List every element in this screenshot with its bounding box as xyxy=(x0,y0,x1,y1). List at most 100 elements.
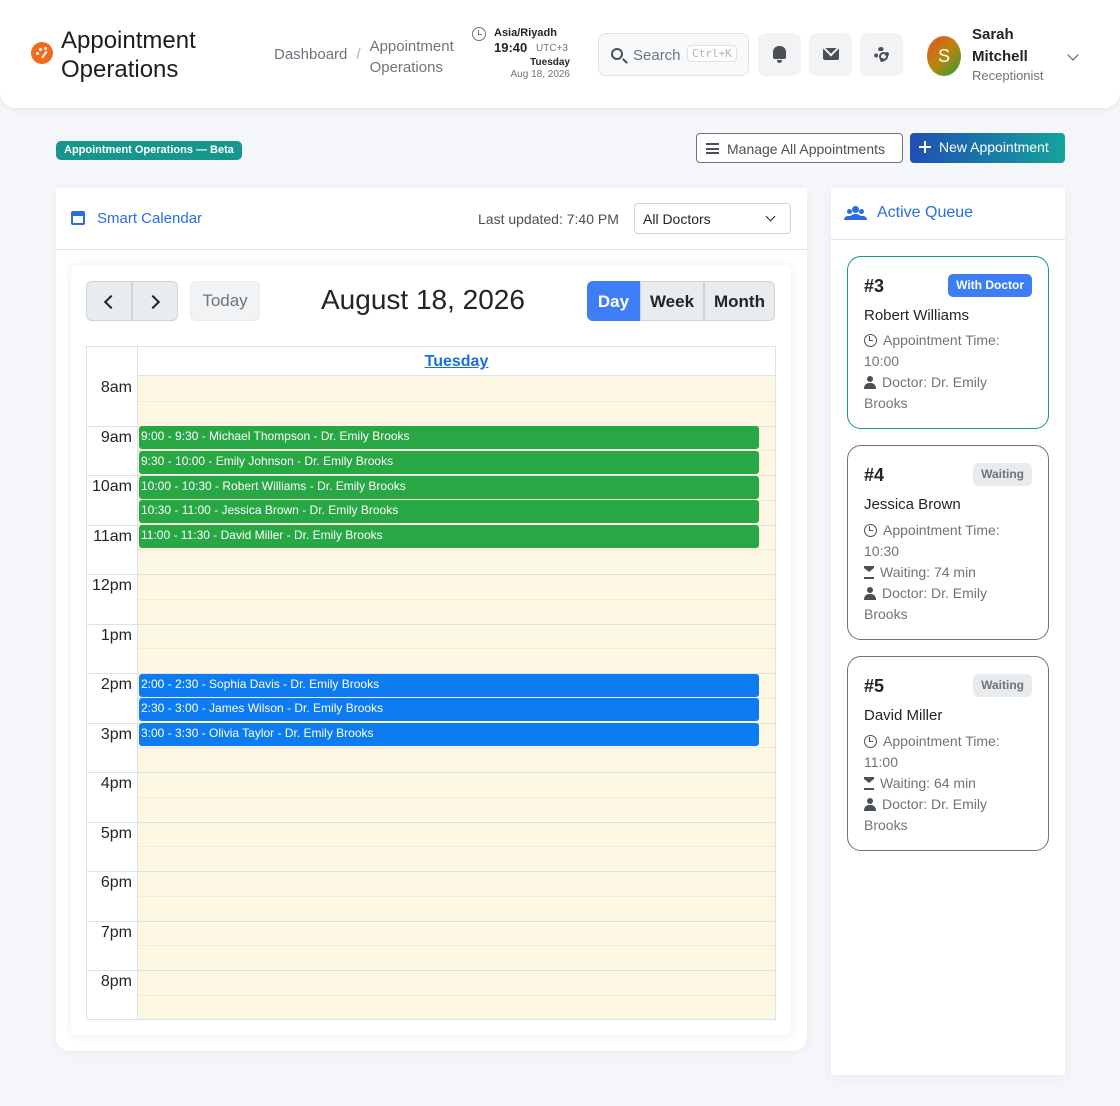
time-label: 12pm xyxy=(91,577,132,594)
top-header: Appointment Operations Dashboard / Appoi… xyxy=(0,0,1120,108)
time-label: 4pm xyxy=(100,775,132,792)
calendar-event[interactable]: 3:00 - 3:30 - Olivia Taylor - Dr. Emily … xyxy=(139,723,759,746)
today-button[interactable]: Today xyxy=(190,281,260,321)
hour-gridline xyxy=(87,871,775,872)
calendar-event[interactable]: 9:30 - 10:00 - Emily Johnson - Dr. Emily… xyxy=(139,450,759,474)
beta-badge: Appointment Operations — Beta xyxy=(56,141,242,160)
queue-title: Active Queue xyxy=(877,204,974,221)
breadcrumb-separator: / xyxy=(356,46,361,63)
calendar-nav-group xyxy=(86,281,178,321)
view-week-button[interactable]: Week xyxy=(640,281,704,321)
half-hour-gridline xyxy=(137,549,775,551)
half-hour-gridline xyxy=(137,796,775,798)
appointment-time-line: Appointment Time: 10:00 xyxy=(864,330,1034,372)
calendar-card-header: Smart Calendar Last updated: 7:40 PM All… xyxy=(56,188,807,250)
status-badge: With Doctor xyxy=(948,274,1032,297)
appointment-time-line: Appointment Time: 11:00 xyxy=(864,731,1034,773)
calendar-event[interactable]: 2:00 - 2:30 - Sophia Davis - Dr. Emily B… xyxy=(139,673,759,697)
calendar-event[interactable]: 10:00 - 10:30 - Robert Williams - Dr. Em… xyxy=(139,475,759,499)
doctor-filter-select[interactable]: All Doctors xyxy=(634,203,791,234)
calendar-title: Smart Calendar xyxy=(97,210,203,227)
search-button[interactable]: Search Ctrl+K xyxy=(598,33,749,76)
time-label: 8pm xyxy=(100,973,132,990)
time-label: 9am xyxy=(100,428,132,446)
time-label: 10am xyxy=(91,478,132,495)
notifications-button[interactable] xyxy=(758,33,801,76)
doctor-icon xyxy=(864,587,876,600)
doctor-line: Doctor: Dr. Emily Brooks xyxy=(864,794,1034,836)
status-badge: Waiting xyxy=(973,674,1032,697)
world-clock: Asia/Riyadh 19:40 UTC+3 Tuesday Aug 18, … xyxy=(472,27,572,83)
plus-icon xyxy=(919,141,931,153)
gear-icon xyxy=(874,47,889,62)
breadcrumb-dashboard-link[interactable]: Dashboard xyxy=(274,46,347,63)
doctor-line: Doctor: Dr. Emily Brooks xyxy=(864,372,1034,414)
clock-icon xyxy=(864,735,877,748)
clock-time: 19:40 xyxy=(494,40,528,55)
calendar-date-title: August 18, 2026 xyxy=(321,284,525,315)
calendar-event[interactable]: 11:00 - 11:30 - David Miller - Dr. Emily… xyxy=(139,525,759,548)
clock-timezone: Asia/Riyadh xyxy=(494,27,557,39)
appointment-time-line: Appointment Time: 10:30 xyxy=(864,520,1034,562)
time-label: 7pm xyxy=(100,923,132,941)
avatar[interactable]: S xyxy=(927,36,961,76)
breadcrumb-current: Appointment Operations xyxy=(369,38,454,76)
time-label: 1pm xyxy=(100,626,132,644)
clock-icon xyxy=(472,27,486,41)
time-label: 3pm xyxy=(100,725,132,743)
hour-gridline xyxy=(87,623,775,625)
chevron-right-icon xyxy=(145,294,161,310)
calendar-event[interactable]: 9:00 - 9:30 - Michael Thompson - Dr. Emi… xyxy=(139,426,759,449)
dashboard-logo-icon xyxy=(31,42,53,64)
queue-card[interactable]: #4 Waiting Jessica Brown Appointment Tim… xyxy=(847,445,1049,640)
previous-button[interactable] xyxy=(86,281,132,321)
hour-gridline xyxy=(87,821,775,823)
clock-icon xyxy=(864,334,877,347)
user-name[interactable]: Sarah Mitchell xyxy=(972,24,1062,68)
time-label: 8am xyxy=(100,379,132,396)
calendar-card: Smart Calendar Last updated: 7:40 PM All… xyxy=(56,188,807,1051)
calendar-event[interactable]: 2:30 - 3:00 - James Wilson - Dr. Emily B… xyxy=(139,698,759,722)
app-title: Appointment Operations xyxy=(61,27,196,83)
half-hour-gridline xyxy=(137,994,775,996)
hourglass-icon xyxy=(864,777,874,790)
clock-icon xyxy=(864,524,877,537)
new-appointment-button[interactable]: New Appointment xyxy=(910,133,1065,163)
queue-card[interactable]: #5 Waiting David Miller Appointment Time… xyxy=(847,656,1049,851)
waiting-time: Waiting: 74 min xyxy=(880,564,976,580)
view-month-button[interactable]: Month xyxy=(704,281,775,321)
queue-card[interactable]: #3 With Doctor Robert Williams Appointme… xyxy=(847,256,1049,429)
last-updated-text: Last updated: 7:40 PM xyxy=(478,211,619,227)
bell-icon xyxy=(773,46,786,63)
appointment-time: Appointment Time: 10:30 xyxy=(864,522,1000,559)
day-column-header[interactable]: Tuesday xyxy=(137,347,775,376)
calendar-view: Today August 18, 2026 Day Week Month Tue… xyxy=(71,266,791,1035)
half-hour-gridline xyxy=(137,598,775,600)
doctor-icon xyxy=(864,798,876,811)
users-icon xyxy=(846,206,866,220)
manage-appointments-label: Manage All Appointments xyxy=(727,141,885,157)
hour-gridline xyxy=(87,574,775,575)
half-hour-gridline xyxy=(137,945,775,947)
patient-name: Robert Williams xyxy=(864,307,970,324)
messages-button[interactable] xyxy=(809,33,852,76)
chevron-down-icon[interactable] xyxy=(1067,49,1079,61)
next-button[interactable] xyxy=(132,281,178,321)
day-time-grid: Tuesday 8am 9am 10am 11am 12pm 1pm 2pm 3pm 4pm 5p… xyxy=(86,346,776,1020)
search-label: Search xyxy=(633,47,681,64)
settings-button[interactable] xyxy=(860,33,903,76)
calendar-event[interactable]: 10:30 - 11:00 - Jessica Brown - Dr. Emil… xyxy=(139,500,759,524)
time-label: 6pm xyxy=(100,874,132,891)
clock-date: Aug 18, 2026 xyxy=(510,69,571,80)
queue-number: #4 xyxy=(864,465,885,485)
new-appointment-label: New Appointment xyxy=(939,139,1049,155)
view-day-button[interactable]: Day xyxy=(587,281,640,321)
doctor-filter-value: All Doctors xyxy=(643,211,711,227)
time-label: 11am xyxy=(93,527,132,545)
hour-gridline xyxy=(87,970,775,971)
doctor-name: Doctor: Dr. Emily Brooks xyxy=(864,585,988,622)
doctor-name: Doctor: Dr. Emily Brooks xyxy=(864,796,988,833)
manage-appointments-button[interactable]: Manage All Appointments xyxy=(696,133,903,163)
half-hour-gridline xyxy=(137,846,775,848)
active-queue-panel: Active Queue #3 With Doctor Robert Willi… xyxy=(831,188,1065,1075)
